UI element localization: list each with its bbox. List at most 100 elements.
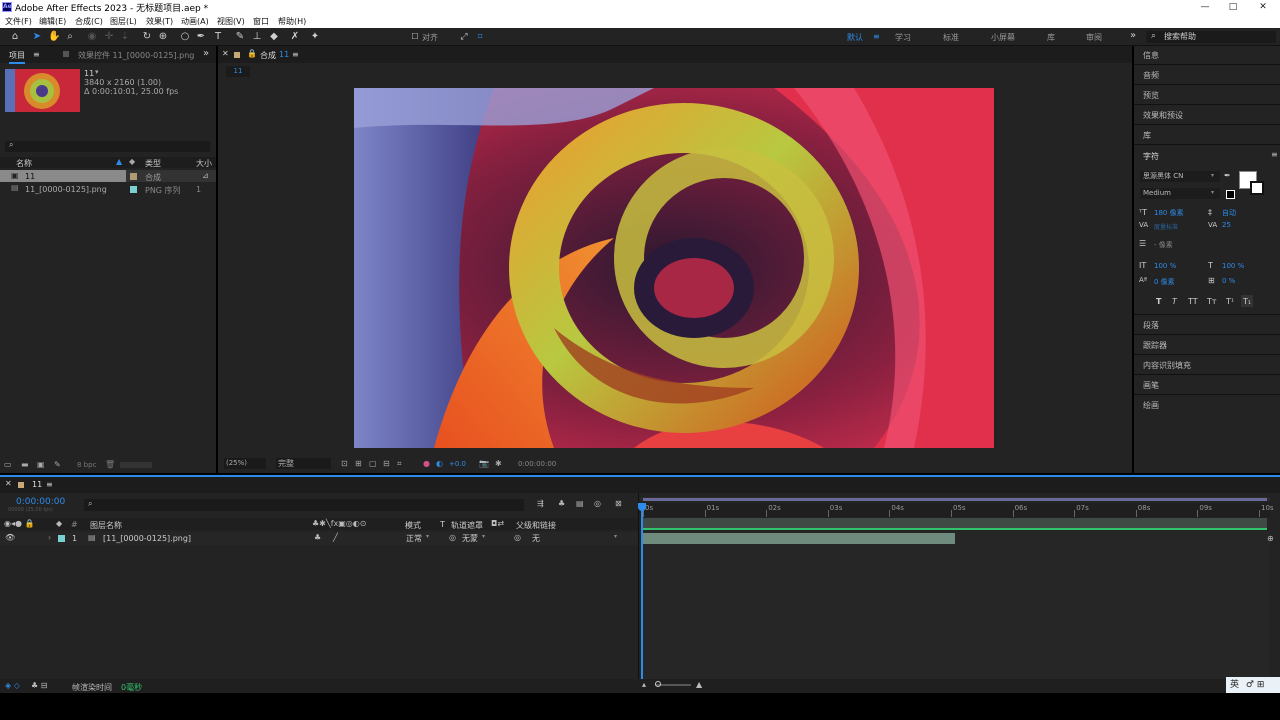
dolly-tool-icon[interactable]: ⇣ <box>119 31 131 43</box>
visibility-eye-icon[interactable]: 👁 <box>5 533 15 542</box>
leading-value[interactable]: 自动 <box>1222 208 1236 218</box>
puppet-tool-icon[interactable]: ✦ <box>309 31 321 43</box>
layer-name[interactable]: [11_[0000-0125].png] <box>103 534 191 543</box>
menu-composition[interactable]: 合成(C) <box>75 16 103 27</box>
close-button[interactable]: ✕ <box>1248 0 1278 14</box>
home-icon[interactable]: ⌂ <box>9 31 21 43</box>
subscript-button[interactable]: T₁ <box>1243 297 1251 306</box>
interpret-footage-icon[interactable]: ▭ <box>4 460 12 469</box>
stroke-width-value[interactable]: - 像素 <box>1154 240 1173 250</box>
column-size[interactable]: 大小 <box>196 158 212 169</box>
orbit-tool-icon[interactable]: ◉ <box>86 31 98 43</box>
section-paragraph[interactable]: 段落 <box>1143 320 1159 331</box>
font-family-select[interactable]: 思源黑体 CN <box>1140 171 1220 182</box>
zoom-slider-thumb[interactable] <box>655 681 661 687</box>
eraser-tool-icon[interactable]: ◆ <box>268 31 280 43</box>
all-caps-button[interactable]: TT <box>1188 297 1198 306</box>
workspace-more[interactable]: » <box>1130 30 1136 41</box>
quality-switch-icon[interactable]: ╱ <box>333 533 338 542</box>
comp-button-icon[interactable]: ⊕ <box>1267 534 1274 543</box>
lock-icon[interactable]: 🔒 <box>247 49 257 58</box>
new-comp-icon[interactable]: ▣ <box>37 460 45 469</box>
column-type[interactable]: 类型 <box>145 158 161 169</box>
layer-label-swatch[interactable] <box>58 535 65 542</box>
comp-tab-menu-icon[interactable]: ≡ <box>292 50 299 59</box>
selection-tool-icon[interactable]: ➤ <box>31 31 43 43</box>
sort-arrow-icon[interactable]: ▲ <box>116 157 122 166</box>
align-checkbox-icon[interactable]: ☐ <box>409 31 421 43</box>
menu-effect[interactable]: 效果(T) <box>146 16 173 27</box>
shy-layers-icon[interactable]: ♣ <box>558 499 565 508</box>
time-ruler[interactable]: 0s 01s 02s 03s 04s 05s 06s 07s 08s 09s 10s <box>640 503 1274 517</box>
section-library[interactable]: 库 <box>1143 130 1151 141</box>
show-snapshot-icon[interactable]: ✱ <box>495 459 502 468</box>
column-layer-name[interactable]: 图层名称 <box>90 520 122 531</box>
zoom-tool-icon[interactable]: ⌕ <box>64 31 76 43</box>
workspace-default[interactable]: 默认 <box>847 32 863 43</box>
close-tab-icon[interactable]: ✕ <box>5 479 12 488</box>
layer-track-area[interactable] <box>640 531 1270 695</box>
menu-layer[interactable]: 图层(L) <box>110 16 137 27</box>
thumbnail-slider[interactable] <box>120 462 152 468</box>
safe-margins-icon[interactable]: ⌗ <box>397 459 402 469</box>
column-parent[interactable]: 父级和链接 <box>516 520 556 531</box>
workspace-library[interactable]: 库 <box>1047 32 1055 43</box>
viewer-timecode[interactable]: 0:00:00:00 <box>518 460 556 468</box>
matte-pick-icon[interactable]: ◎ <box>449 533 456 542</box>
pen-tool-icon[interactable]: ✒ <box>195 31 207 43</box>
tab-project-menu-icon[interactable]: ≡ <box>33 50 40 59</box>
eyedropper-icon[interactable]: ✒ <box>1224 171 1231 180</box>
column-mode[interactable]: 模式 <box>405 520 421 531</box>
workspace-review[interactable]: 审阅 <box>1086 32 1102 43</box>
playhead[interactable] <box>641 503 643 693</box>
tab-project[interactable]: 项目 <box>9 50 25 64</box>
layer-duration-bar[interactable] <box>643 533 955 544</box>
project-search-input[interactable] <box>5 141 210 152</box>
section-effects-presets[interactable]: 效果和预设 <box>1143 110 1183 121</box>
label-icon[interactable]: ◆ <box>56 519 62 528</box>
transparency-grid-icon[interactable]: ⊞ <box>355 459 362 468</box>
roto-tool-icon[interactable]: ✗ <box>289 31 301 43</box>
maximize-button[interactable]: □ <box>1218 0 1248 14</box>
tsume-value[interactable]: 0 % <box>1222 277 1235 285</box>
graph-editor-icon[interactable]: ⊠ <box>615 499 622 508</box>
superscript-button[interactable]: T¹ <box>1226 297 1234 306</box>
workspace-menu-icon[interactable]: ≡ <box>873 32 880 41</box>
parent-pickwhip-icon[interactable]: ◎ <box>514 533 521 542</box>
column-track-matte[interactable]: 轨道遮罩 <box>451 520 483 531</box>
character-menu-icon[interactable]: ≡ <box>1271 150 1278 159</box>
frame-blending-icon[interactable]: ▤ <box>576 499 584 508</box>
section-tracker[interactable]: 跟踪器 <box>1143 340 1167 351</box>
menu-file[interactable]: 文件(F) <box>5 16 32 27</box>
comp-info-dropdown-icon[interactable]: ▾ <box>95 68 99 76</box>
menu-view[interactable]: 视图(V) <box>217 16 245 27</box>
workspace-learn[interactable]: 学习 <box>895 32 911 43</box>
anchor-tool-icon[interactable]: ⊕ <box>157 31 169 43</box>
character-panel-title[interactable]: 字符 <box>1143 151 1159 162</box>
track-matte-select[interactable]: 无蒙 <box>462 533 490 544</box>
mask-toggle-icon[interactable]: ▢ <box>369 459 377 468</box>
comp-viewer-image[interactable] <box>354 88 994 448</box>
snap-grid-icon[interactable]: ⌗ <box>474 31 486 43</box>
pan-tool-icon[interactable]: ✛ <box>103 31 115 43</box>
close-tab-icon[interactable]: ✕ <box>222 49 229 58</box>
switches-icons[interactable]: ♣✱╲fx▣◎◐⊙ <box>312 519 366 528</box>
font-style-select[interactable]: Medium <box>1140 188 1220 199</box>
column-t[interactable]: T <box>440 520 445 529</box>
comp-tab-name[interactable]: 11 <box>279 50 289 59</box>
tab-effect-controls[interactable]: 效果控件 11_[0000-0125].png <box>78 50 194 61</box>
baseline-value[interactable]: 0 像素 <box>1154 277 1175 287</box>
faux-italic-button[interactable]: T <box>1172 297 1177 306</box>
expand-arrow-icon[interactable]: › <box>48 533 51 542</box>
ellipse-tool-icon[interactable]: ○ <box>179 31 191 43</box>
work-area-bar[interactable] <box>643 518 1267 528</box>
project-item-name[interactable]: 11_[0000-0125].png <box>25 185 107 194</box>
menu-window[interactable]: 窗口 <box>253 16 269 27</box>
exposure-value[interactable]: +0.0 <box>449 460 466 468</box>
adjust-icon[interactable]: ✎ <box>54 460 61 469</box>
time-navigator-bar[interactable] <box>643 498 1267 501</box>
timeline-menu-icon[interactable]: ≡ <box>46 480 53 489</box>
horizontal-scale-value[interactable]: 100 % <box>1222 262 1244 270</box>
trash-icon[interactable]: 🗑 <box>105 460 115 469</box>
guides-icon[interactable]: ⊟ <box>383 459 390 468</box>
